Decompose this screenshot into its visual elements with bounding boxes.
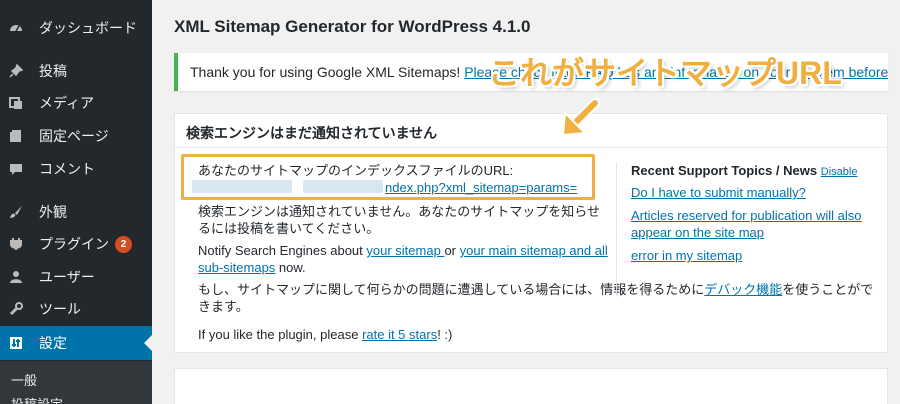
sidebar-item-label: 外観 [39, 204, 67, 220]
sidebar-item-label: コメント [39, 161, 95, 177]
support-link-0[interactable]: Do I have to submit manually? [631, 184, 876, 201]
sidebar-item-appearance[interactable]: 外観 [0, 195, 152, 229]
disable-link[interactable]: Disable [821, 166, 858, 178]
secondary-postbox [174, 368, 888, 404]
sidebar-item-plugins[interactable]: プラグイン 2 [0, 227, 152, 261]
comment-icon [9, 162, 23, 176]
support-title-row: Recent Support Topics / News Disable [631, 162, 881, 181]
sidebar-item-label: ユーザー [39, 269, 95, 285]
support-title: Recent Support Topics / News [631, 163, 818, 178]
support-topic-link[interactable]: Articles reserved for publication will a… [631, 208, 861, 240]
media-icon [9, 96, 23, 110]
debug-text: もし、サイトマップに関して何らかの問題に遭遇している場合には、情報を得るためにデ… [198, 281, 882, 315]
sidebar-item-label: 投稿 [39, 63, 67, 79]
sidebar-item-pages[interactable]: 固定ページ [0, 119, 152, 153]
settings-submenu: 一般 投稿設定 [0, 361, 152, 404]
sidebar-item-tools[interactable]: ツール [0, 292, 152, 326]
notice-text: Thank you for using Google XML Sitemaps! [190, 64, 465, 80]
sidebar-item-media[interactable]: メディア [0, 86, 152, 120]
support-link-2[interactable]: error in my sitemap [631, 247, 876, 264]
sidebar-item-dashboard[interactable]: ダッシュボード [0, 11, 152, 45]
support-topic-link[interactable]: error in my sitemap [631, 248, 742, 263]
sidebar-item-label: ダッシュボード [39, 20, 137, 36]
sidebar-item-label: ツール [39, 301, 81, 317]
submenu-item-general[interactable]: 一般 [11, 370, 37, 389]
brush-icon [9, 205, 23, 219]
sidebar-item-label: メディア [39, 95, 95, 111]
arrow-down-left-icon [561, 98, 600, 137]
notify-search-engines-text: Notify Search Engines about your sitemap… [198, 242, 612, 276]
sidebar-item-label: 固定ページ [39, 128, 109, 144]
rate-link[interactable]: rate it 5 stars [362, 327, 437, 342]
your-sitemap-link[interactable]: your sitemap [366, 243, 444, 258]
highlight-box [181, 154, 595, 200]
update-count-badge: 2 [115, 235, 132, 253]
support-topic-link[interactable]: Do I have to submit manually? [631, 185, 806, 200]
sidebar-item-comments[interactable]: コメント [0, 152, 152, 186]
sidebar-item-users[interactable]: ユーザー [0, 260, 152, 294]
pin-icon [9, 63, 24, 78]
dashboard-icon [9, 21, 23, 35]
not-notified-text: 検索エンジンは通知されていません。あなたのサイトマップを知らせるには投稿を書いて… [198, 204, 600, 236]
settings-icon [9, 336, 23, 350]
postbox-title: 検索エンジンはまだ通知されていません [175, 114, 887, 148]
sidebar-item-settings[interactable]: 設定 [0, 326, 152, 360]
column-divider [616, 162, 617, 297]
support-link-1[interactable]: Articles reserved for publication will a… [631, 207, 876, 241]
rate-suffix: ! :) [437, 327, 453, 342]
sidebar-item-label: プラグイン [39, 236, 109, 252]
sidebar-item-label: 設定 [39, 335, 67, 351]
admin-sidebar: ダッシュボード 投稿 メディア 固定ページ コメント 外観 プラグイン 2 ユー… [0, 0, 152, 404]
page-title: XML Sitemap Generator for WordPress 4.1.… [174, 17, 531, 36]
status-postbox: 検索エンジンはまだ通知されていません あなたのサイトマップのインデックスファイル… [174, 113, 888, 353]
rate-text: If you like the plugin, please rate it 5… [198, 326, 452, 343]
problem-prefix: もし、サイトマップに関して何らかの問題に遭遇している場合には、情報を得るために [198, 282, 705, 297]
submenu-item-writing[interactable]: 投稿設定 [11, 394, 63, 404]
sidebar-item-posts[interactable]: 投稿 [0, 54, 152, 88]
wrench-icon [9, 302, 23, 316]
user-icon [9, 270, 23, 284]
or-text: or [444, 243, 460, 258]
page-icon [9, 129, 23, 143]
notify-prefix: Notify Search Engines about [198, 243, 367, 258]
callout-text: これがサイトマップURL [488, 55, 842, 91]
debug-link[interactable]: デバック機能 [704, 282, 782, 297]
rate-prefix: If you like the plugin, please [198, 327, 363, 342]
now-text: now. [275, 260, 306, 275]
plugin-icon [9, 237, 23, 251]
